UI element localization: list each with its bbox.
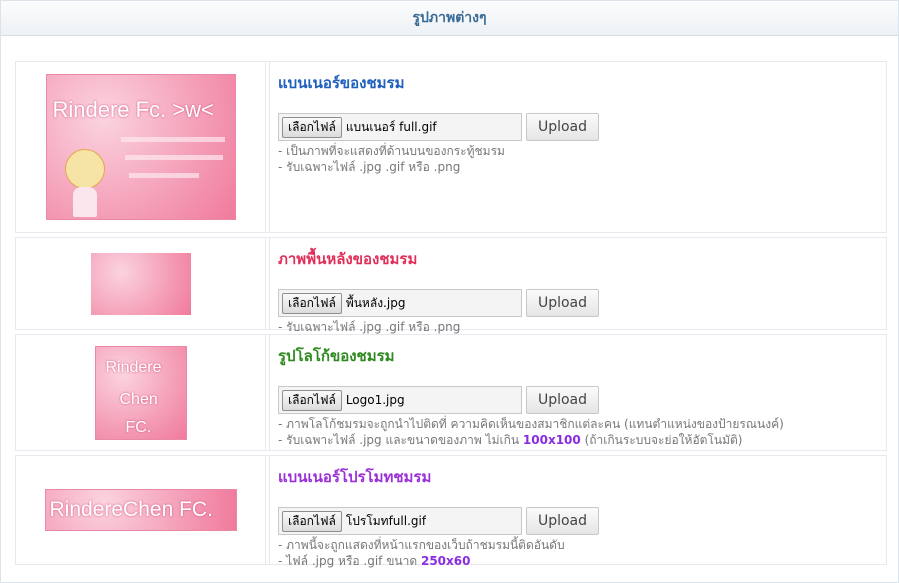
- note-line: - ภาพนี้จะถูกแสดงที่หน้าแรกของเว็บถ้าชมร…: [278, 538, 565, 552]
- logo-row: Rindere Chen FC. รูปโลโก้ของชมรม เลือกไฟ…: [15, 334, 887, 451]
- promo-thumbnail: RindereChen FC.: [44, 489, 237, 531]
- banner-thumb-text: Rindere Fc. >w<: [52, 97, 214, 122]
- background-thumbnail: [90, 252, 191, 315]
- logo-thumb-line: FC.: [125, 418, 152, 436]
- banner-file-input[interactable]: เลือกไฟล์ แบนเนอร์ full.gif: [278, 113, 522, 141]
- background-file-row: เลือกไฟล์ พื้นหลัง.jpg Upload: [278, 289, 878, 317]
- promo-row: RindereChen FC. แบนเนอร์โปรโมทชมรม เลือก…: [15, 455, 887, 568]
- promo-file-row: เลือกไฟล์ โปรโมทfull.gif Upload: [278, 507, 878, 535]
- promo-thumb-cell: RindereChen FC.: [16, 456, 266, 564]
- selected-file-name: Logo1.jpg: [345, 393, 405, 407]
- choose-file-button[interactable]: เลือกไฟล์: [282, 116, 342, 138]
- banner-notes: - เป็นภาพที่จะแสดงที่ด้านบนของกระทู้ชมรม…: [278, 143, 878, 175]
- background-info: ภาพพื้นหลังของชมรม เลือกไฟล์ พื้นหลัง.jp…: [269, 238, 886, 334]
- choose-file-button[interactable]: เลือกไฟล์: [282, 389, 342, 411]
- banner-info: แบนเนอร์ของชมรม เลือกไฟล์ แบนเนอร์ full.…: [269, 62, 886, 232]
- thumb-text-line: [124, 155, 223, 160]
- choose-file-button[interactable]: เลือกไฟล์: [282, 510, 342, 532]
- note-line: - รับเฉพาะไฟล์ .jpg .gif หรือ .png: [278, 160, 461, 174]
- banner-file-row: เลือกไฟล์ แบนเนอร์ full.gif Upload: [278, 113, 878, 141]
- background-row: ภาพพื้นหลังของชมรม เลือกไฟล์ พื้นหลัง.jp…: [15, 237, 887, 334]
- banner-row: Rindere Fc. >w< แบนเนอร์ของชมรม เลือกไฟล…: [15, 61, 887, 233]
- panel-title: รูปภาพต่างๆ: [412, 10, 487, 26]
- logo-thumbnail: Rindere Chen FC.: [94, 345, 187, 440]
- logo-file-input[interactable]: เลือกไฟล์ Logo1.jpg: [278, 386, 522, 414]
- thumb-text-line: [128, 173, 199, 178]
- selected-file-name: โปรโมทfull.gif: [345, 513, 427, 528]
- size-limit: 100x100: [522, 433, 581, 447]
- selected-file-name: พื้นหลัง.jpg: [345, 295, 406, 310]
- note-line: - รับเฉพาะไฟล์ .jpg และขนาดของภาพ ไม่เกิ…: [278, 432, 878, 448]
- banner-thumb-cell: Rindere Fc. >w<: [16, 62, 266, 232]
- images-panel: รูปภาพต่างๆ Rindere Fc. >w< แบนเนอร์ของช…: [0, 0, 899, 583]
- upload-button[interactable]: Upload: [526, 386, 599, 414]
- background-thumb-cell: [16, 238, 266, 329]
- note-line: - เป็นภาพที่จะแสดงที่ด้านบนของกระทู้ชมรม: [278, 144, 505, 158]
- banner-heading: แบนเนอร์ของชมรม: [278, 74, 405, 92]
- promo-file-input[interactable]: เลือกไฟล์ โปรโมทfull.gif: [278, 507, 522, 535]
- logo-thumb-line: Chen: [119, 390, 158, 408]
- promo-info: แบนเนอร์โปรโมทชมรม เลือกไฟล์ โปรโมทfull.…: [269, 456, 886, 568]
- panel-header: รูปภาพต่างๆ: [1, 0, 898, 36]
- size-limit: 250x60: [420, 554, 471, 568]
- note-text: - รับเฉพาะไฟล์ .jpg และขนาดของภาพ ไม่เกิ…: [278, 433, 523, 447]
- note-line: - ภาพโลโก้ชมรมจะถูกนำไปติดที่ ความคิดเห็…: [278, 417, 784, 431]
- choose-file-button[interactable]: เลือกไฟล์: [282, 292, 342, 314]
- background-notes: - รับเฉพาะไฟล์ .jpg .gif หรือ .png: [278, 319, 878, 335]
- background-heading: ภาพพื้นหลังของชมรม: [278, 250, 418, 268]
- logo-heading: รูปโลโก้ของชมรม: [278, 347, 395, 365]
- logo-thumb-line: Rindere: [105, 358, 162, 376]
- promo-notes: - ภาพนี้จะถูกแสดงที่หน้าแรกของเว็บถ้าชมร…: [278, 537, 878, 569]
- thumb-text-line: [120, 137, 225, 142]
- note-text: - ไฟล์ .jpg หรือ .gif ขนาด: [278, 554, 421, 568]
- logo-thumb-cell: Rindere Chen FC.: [16, 335, 266, 450]
- logo-notes: - ภาพโลโก้ชมรมจะถูกนำไปติดที่ ความคิดเห็…: [278, 416, 878, 448]
- note-text: (ถ้าเกินระบบจะย่อให้อัตโนมัติ): [580, 433, 743, 447]
- promo-heading: แบนเนอร์โปรโมทชมรม: [278, 468, 432, 486]
- logo-info: รูปโลโก้ของชมรม เลือกไฟล์ Logo1.jpg Uplo…: [269, 335, 886, 450]
- upload-button[interactable]: Upload: [526, 507, 599, 535]
- background-file-input[interactable]: เลือกไฟล์ พื้นหลัง.jpg: [278, 289, 522, 317]
- note-line: - รับเฉพาะไฟล์ .jpg .gif หรือ .png: [278, 320, 461, 334]
- chibi-character-image: [64, 149, 105, 189]
- note-line: - ไฟล์ .jpg หรือ .gif ขนาด 250x60: [278, 553, 878, 569]
- banner-thumbnail: Rindere Fc. >w<: [45, 74, 236, 220]
- upload-button[interactable]: Upload: [526, 289, 599, 317]
- chibi-body: [72, 187, 97, 217]
- selected-file-name: แบนเนอร์ full.gif: [345, 119, 437, 134]
- promo-thumb-text: RindereChen FC.: [49, 498, 213, 521]
- upload-button[interactable]: Upload: [526, 113, 599, 141]
- logo-file-row: เลือกไฟล์ Logo1.jpg Upload: [278, 386, 878, 414]
